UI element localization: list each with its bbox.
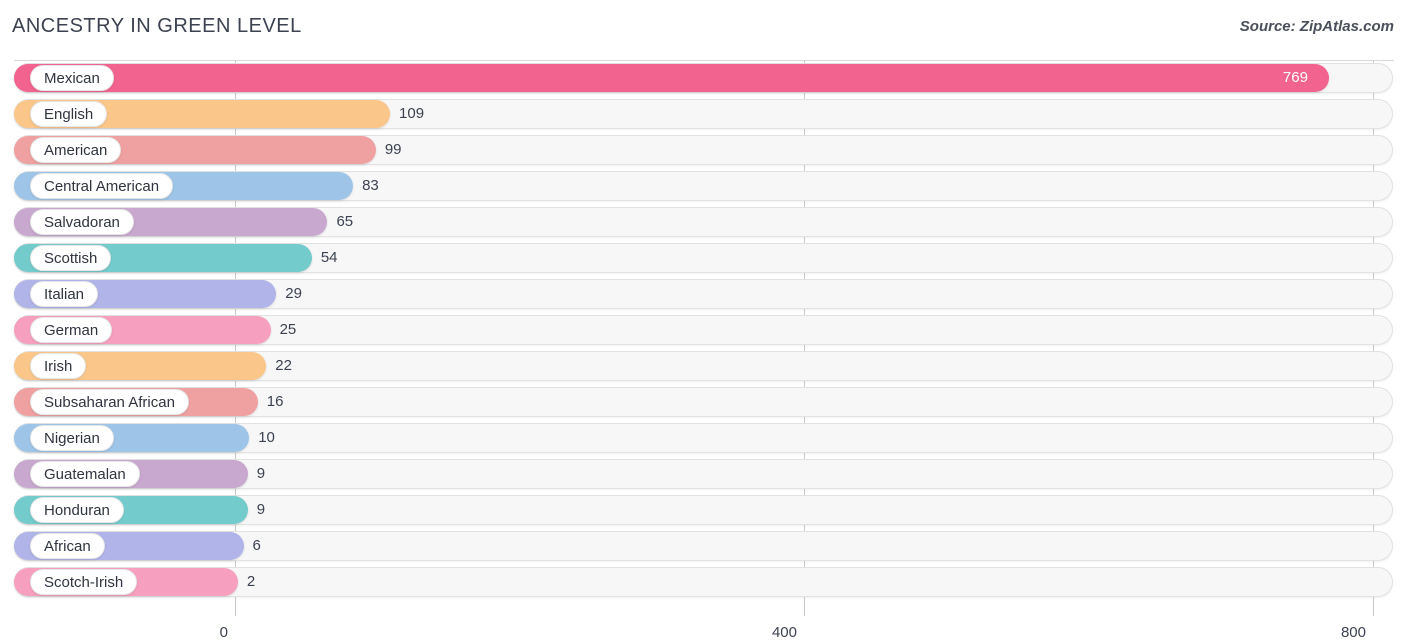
bar-row[interactable]: German 25 [0,313,1406,349]
bar-label-pill: American [30,137,122,163]
bar-value-label: 25 [279,321,297,338]
bar-row[interactable]: Salvadoran 65 [0,205,1406,241]
source-attribution: Source: ZipAtlas.com [1239,18,1394,35]
bar-row[interactable]: Nigerian 10 [0,421,1406,457]
bar-label-pill: Italian [30,281,99,307]
bar-label-text: American [44,141,108,159]
bar-label-pill: Subsaharan African [30,389,189,415]
bar-row[interactable]: Honduran 9 [0,493,1406,529]
bar-label-text: Scotch-Irish [44,573,124,591]
bar-label-text: Salvadoran [44,213,120,231]
bar-label-text: German [44,321,99,339]
bar-label-pill: African [30,533,105,559]
bar-label-text: Guatemalan [44,465,126,483]
bar-chart-plot-area: Mexican 769 English 109 American 99 Central Am… [0,56,1406,644]
bar-row[interactable]: Scottish 54 [0,241,1406,277]
bar-label-text: Central American [44,177,160,195]
chart-header: ANCESTRY IN GREEN LEVEL Source: ZipAtlas… [0,0,1406,56]
bar-value-label: 65 [336,213,354,230]
bar-row[interactable]: African 6 [0,529,1406,565]
bar-label-text: English [44,105,94,123]
bar-value-label: 9 [256,501,266,518]
bar-row[interactable]: Subsaharan African 16 [0,385,1406,421]
bar-label-text: African [44,537,91,555]
x-tick-label-0: 0 [219,624,228,641]
bar-label-pill: Scotch-Irish [30,569,138,595]
bar-row[interactable]: Central American 83 [0,169,1406,205]
bar-label-text: Scottish [44,249,98,267]
bar-value-label: 54 [320,249,338,266]
bar-value-label: 22 [275,357,292,374]
bar-value-label: 99 [384,141,402,158]
bar-label-pill: Irish [30,353,87,379]
bar-label-pill: Honduran [30,497,124,523]
bar-label-text: Irish [44,357,73,375]
bar-value-label: 10 [258,429,275,446]
x-tick-label-400: 400 [771,624,797,641]
bar-label-pill: Scottish [30,245,112,271]
bar-label-text: Nigerian [44,429,100,447]
bar-value-label: 769 [1282,69,1308,86]
bar-label-pill: Nigerian [30,425,114,451]
bar-label-text: Subsaharan African [44,393,175,411]
bar-value-label: 29 [285,285,302,302]
bar-label-pill: Salvadoran [30,209,134,235]
bar-row[interactable]: Irish 22 [0,349,1406,385]
bar-label-text: Honduran [44,501,110,519]
bar-label-text: Italian [44,285,85,303]
bar-row[interactable]: Scotch-Irish 2 [0,565,1406,601]
x-tick-label-800: 800 [1340,624,1366,641]
bar-label-pill: Mexican [30,65,114,91]
bar-row[interactable]: English 109 [0,97,1406,133]
x-axis: 0 400 800 [0,620,1406,644]
bar-row[interactable]: Guatemalan 9 [0,457,1406,493]
page-title: ANCESTRY IN GREEN LEVEL [12,15,302,37]
bar-value-label: 6 [252,537,261,554]
bar-row[interactable]: American 99 [0,133,1406,169]
bar-row[interactable]: Italian 29 [0,277,1406,313]
bar-value-label: 16 [266,393,284,410]
bar-label-pill: Guatemalan [30,461,140,487]
bar-value-label: 9 [256,465,266,482]
bar-value-label: 83 [362,177,379,194]
bar-row[interactable]: Mexican 769 [0,61,1406,97]
bar-label-text: Mexican [44,69,100,87]
bar-label-pill: Central American [30,173,174,199]
bar-label-pill: English [30,101,108,127]
bar-label-pill: German [30,317,113,343]
bar-mexican[interactable] [14,64,1329,92]
bar-value-label: 2 [246,573,256,590]
bar-value-label: 109 [399,105,425,122]
